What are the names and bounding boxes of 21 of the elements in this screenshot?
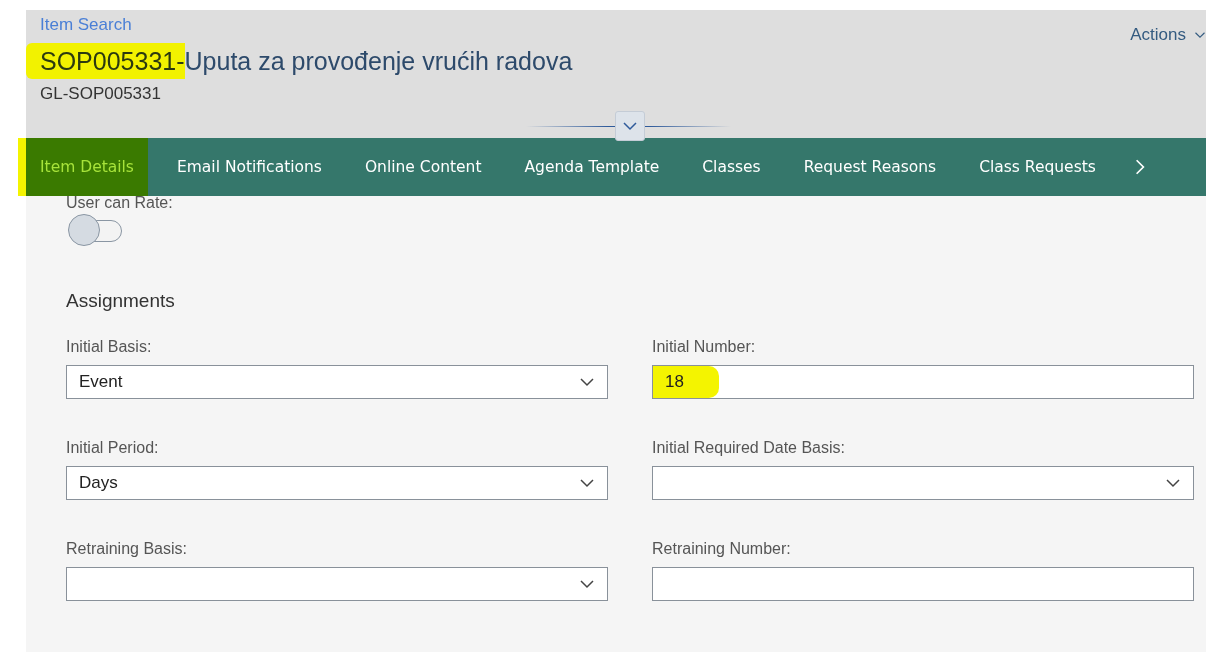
- tab[interactable]: Email Notifications: [154, 138, 336, 196]
- field-label: Retraining Basis:: [66, 540, 188, 558]
- tab[interactable]: Classes: [680, 138, 775, 196]
- breadcrumb-link[interactable]: Item Search: [40, 15, 132, 35]
- field-label: Retraining Number:: [652, 540, 792, 558]
- tab[interactable]: Class Requests: [957, 138, 1110, 196]
- tab[interactable]: Item Details: [18, 138, 148, 196]
- field-label: Initial Number:: [652, 338, 757, 356]
- tab[interactable]: Agenda Template: [502, 138, 674, 196]
- input-field[interactable]: 18: [652, 365, 1194, 399]
- field-label: Initial Basis:: [66, 338, 153, 356]
- section-title: Assignments: [66, 290, 176, 312]
- select-field[interactable]: Event: [66, 365, 608, 399]
- actions-menu-button[interactable]: Actions: [1130, 15, 1206, 45]
- tab[interactable]: Online Content: [342, 138, 496, 196]
- field-label: Initial Required Date Basis:: [652, 439, 846, 457]
- field-label: Initial Period:: [66, 439, 160, 457]
- tab[interactable]: Request Reasons: [781, 138, 951, 196]
- field-label: User can Rate:: [66, 194, 174, 212]
- select-field[interactable]: Days: [66, 466, 608, 500]
- item-code: GL-SOP005331: [40, 84, 162, 104]
